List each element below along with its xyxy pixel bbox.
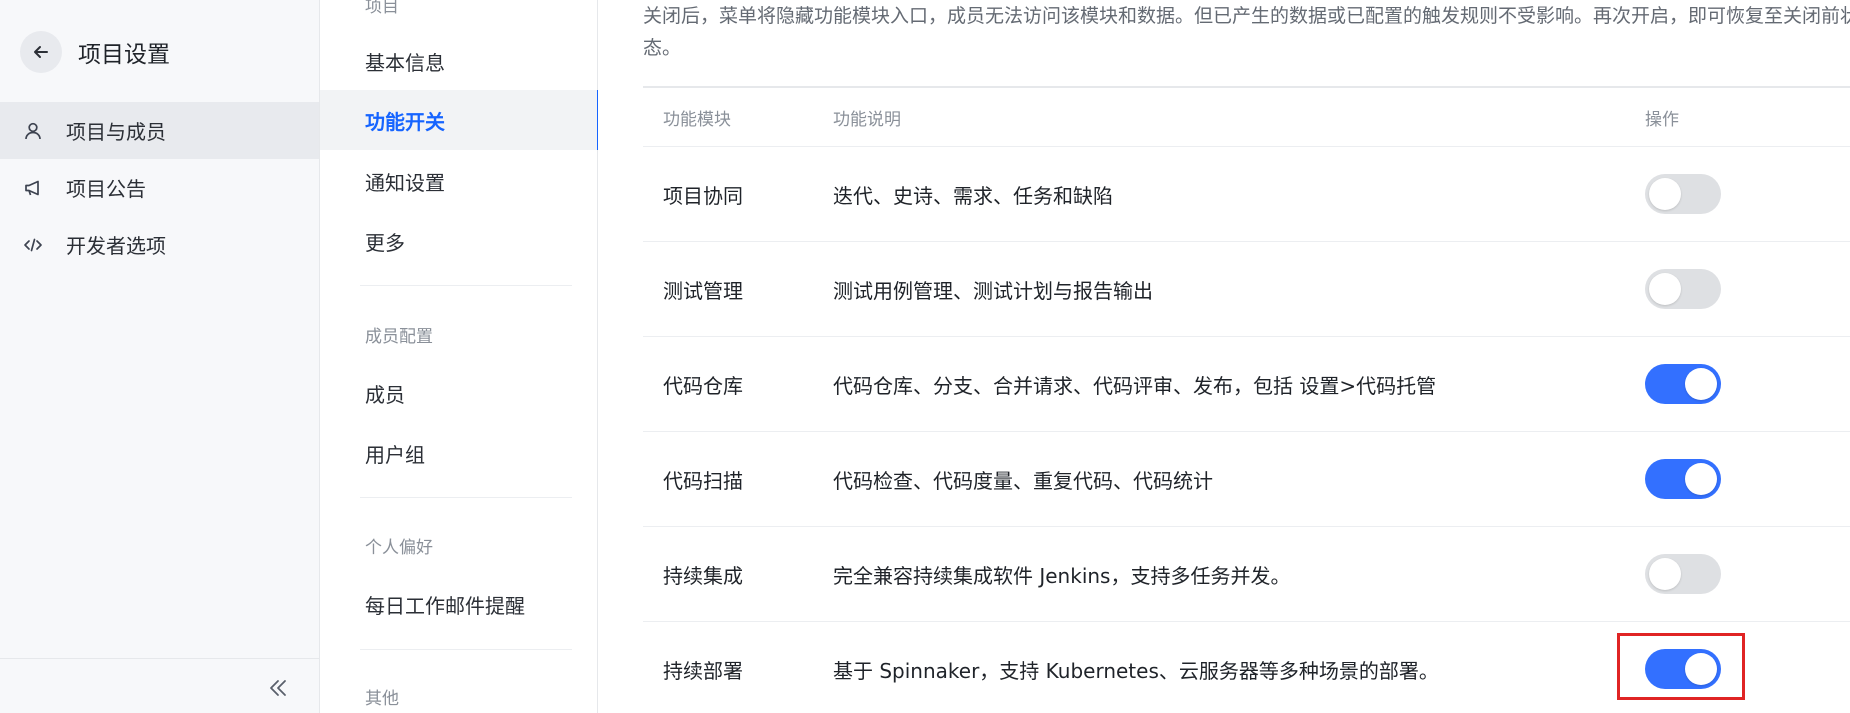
sidebar-item-label: 开发者选项 bbox=[66, 234, 166, 258]
sidebar-header: 项目设置 bbox=[0, 0, 319, 104]
menu-item-members[interactable]: 成员 bbox=[320, 363, 598, 423]
menu-group-member-config: 成员配置 bbox=[365, 327, 433, 347]
row-desc: 代码检查、代码度量、重复代码、代码统计 bbox=[833, 468, 1213, 493]
sidebar-item-label: 项目公告 bbox=[66, 177, 146, 201]
feature-toggle[interactable] bbox=[1645, 174, 1721, 214]
menu-group-other: 其他 bbox=[365, 689, 399, 709]
sidebar: 项目设置 项目与成员 项目公告 开发者选项 bbox=[0, 0, 320, 713]
row-module: 代码仓库 bbox=[663, 373, 743, 398]
menu-item-more[interactable]: 更多 bbox=[320, 211, 598, 271]
menu-item-user-groups[interactable]: 用户组 bbox=[320, 423, 598, 483]
menu-item-feature-switch[interactable]: 功能开关 bbox=[320, 90, 600, 150]
row-desc: 迭代、史诗、需求、任务和缺陷 bbox=[833, 183, 1113, 208]
feature-toggle[interactable] bbox=[1645, 554, 1721, 594]
arrow-left-icon bbox=[34, 46, 48, 58]
menu-group-personal-pref: 个人偏好 bbox=[365, 538, 433, 558]
sidebar-item-developer[interactable]: 开发者选项 bbox=[0, 216, 319, 273]
sidebar-title: 项目设置 bbox=[78, 42, 170, 68]
sidebar-item-project-members[interactable]: 项目与成员 bbox=[0, 102, 319, 159]
table-row: 测试管理 测试用例管理、测试计划与报告输出 bbox=[643, 242, 1850, 337]
row-module: 持续集成 bbox=[663, 563, 743, 588]
row-desc: 完全兼容持续集成软件 Jenkins，支持多任务并发。 bbox=[833, 563, 1291, 588]
header-desc: 功能说明 bbox=[833, 109, 901, 130]
sidebar-item-announcement[interactable]: 项目公告 bbox=[0, 159, 319, 216]
toggle-knob bbox=[1685, 463, 1717, 495]
row-module: 项目协同 bbox=[663, 183, 743, 208]
feature-toggle[interactable] bbox=[1645, 269, 1721, 309]
table-row: 代码扫描 代码检查、代码度量、重复代码、代码统计 bbox=[643, 432, 1850, 527]
sidebar-item-label: 项目与成员 bbox=[66, 120, 166, 144]
feature-table: 功能模块 功能说明 操作 项目协同 迭代、史诗、需求、任务和缺陷 测试管理 测试… bbox=[643, 86, 1850, 713]
table-header: 功能模块 功能说明 操作 bbox=[643, 88, 1850, 147]
row-desc: 测试用例管理、测试计划与报告输出 bbox=[833, 278, 1153, 303]
header-action: 操作 bbox=[1645, 109, 1679, 130]
feature-toggle[interactable] bbox=[1645, 459, 1721, 499]
toggle-knob bbox=[1649, 273, 1681, 305]
table-row: 持续集成 完全兼容持续集成软件 Jenkins，支持多任务并发。 bbox=[643, 527, 1850, 622]
toggle-knob bbox=[1685, 653, 1717, 685]
feature-switch-description: 关闭后，菜单将隐藏功能模块入口，成员无法访问该模块和数据。但已产生的数据或已配置… bbox=[643, 5, 1850, 59]
toggle-knob bbox=[1685, 368, 1717, 400]
toggle-knob bbox=[1649, 178, 1681, 210]
menu-divider bbox=[360, 497, 572, 498]
row-module: 代码扫描 bbox=[663, 468, 743, 493]
megaphone-icon bbox=[22, 177, 44, 199]
row-desc: 代码仓库、分支、合并请求、代码评审、发布，包括 设置>代码托管 bbox=[833, 373, 1437, 398]
menu-item-basic-info[interactable]: 基本信息 bbox=[320, 31, 598, 91]
code-icon bbox=[22, 234, 44, 256]
menu-divider bbox=[360, 285, 572, 286]
menu-item-notification[interactable]: 通知设置 bbox=[320, 151, 598, 211]
row-module: 持续部署 bbox=[663, 658, 743, 683]
table-row: 持续部署 基于 Spinnaker，支持 Kubernetes、云服务器等多种场… bbox=[643, 622, 1850, 713]
row-module: 测试管理 bbox=[663, 278, 743, 303]
menu-group-project: 项目 bbox=[365, 0, 399, 17]
settings-menu: 项目 基本信息 功能开关 通知设置 更多 成员配置 成员 用户组 个人偏好 每日… bbox=[320, 0, 600, 713]
table-row: 项目协同 迭代、史诗、需求、任务和缺陷 bbox=[643, 147, 1850, 242]
sidebar-nav: 项目与成员 项目公告 开发者选项 bbox=[0, 102, 319, 273]
feature-toggle[interactable] bbox=[1645, 649, 1721, 689]
sidebar-footer bbox=[0, 658, 319, 713]
double-chevron-left-icon[interactable] bbox=[267, 677, 289, 699]
toggle-knob bbox=[1649, 558, 1681, 590]
user-icon bbox=[22, 120, 44, 142]
row-desc: 基于 Spinnaker，支持 Kubernetes、云服务器等多种场景的部署。 bbox=[833, 658, 1439, 683]
back-button[interactable] bbox=[20, 31, 62, 73]
feature-toggle[interactable] bbox=[1645, 364, 1721, 404]
table-row: 代码仓库 代码仓库、分支、合并请求、代码评审、发布，包括 设置>代码托管 bbox=[643, 337, 1850, 432]
header-module: 功能模块 bbox=[663, 109, 731, 130]
main-content: 关闭后，菜单将隐藏功能模块入口，成员无法访问该模块和数据。但已产生的数据或已配置… bbox=[598, 0, 1850, 713]
menu-divider bbox=[360, 649, 572, 650]
menu-item-daily-email[interactable]: 每日工作邮件提醒 bbox=[320, 574, 598, 634]
